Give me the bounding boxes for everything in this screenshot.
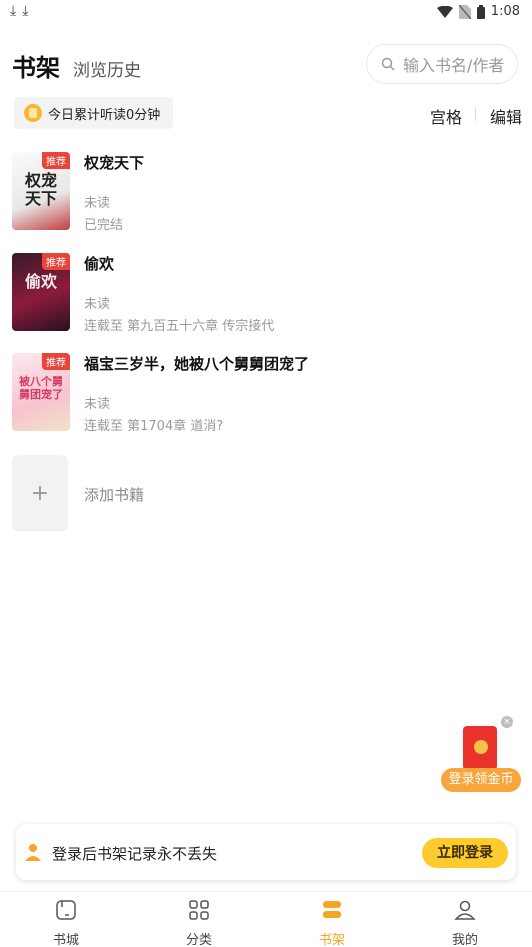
status-bar: ⤓ ⤓ 1:08 — [0, 0, 532, 26]
red-packet-label: 登录领金币 — [441, 768, 521, 792]
download-icon: ⤓ — [22, 3, 29, 19]
tab-bookstore[interactable]: 书城 — [31, 898, 101, 947]
plus-icon: + — [30, 480, 50, 506]
no-sim-icon — [458, 4, 471, 19]
book-progress: 未读 — [84, 397, 111, 412]
add-book-button[interactable]: + — [12, 455, 68, 531]
page-title: 书架 — [12, 54, 60, 82]
tab-bookshelf[interactable]: 书架 — [297, 898, 367, 947]
book-title: 偷欢 — [84, 255, 115, 273]
login-button[interactable]: 立即登录 — [422, 838, 508, 868]
cover-art-text: 被八个舅舅团宠了 — [19, 375, 63, 401]
download-icons: ⤓ ⤓ — [10, 3, 34, 19]
recommend-badge: 推荐 — [42, 253, 70, 270]
add-book-label[interactable]: 添加书籍 — [84, 484, 144, 505]
book-cover[interactable]: 偷欢 推荐 — [12, 253, 70, 331]
download-icon: ⤓ — [10, 3, 17, 19]
listen-time-pill[interactable]: 今日累计听读0分钟 — [14, 97, 173, 129]
status-right: 1:08 — [436, 4, 520, 19]
history-tab[interactable]: 浏览历史 — [73, 56, 141, 81]
recommend-badge: 推荐 — [42, 353, 70, 370]
book-cover[interactable]: 权宠天下 推荐 — [12, 152, 70, 230]
tab-label: 书架 — [318, 933, 345, 947]
cover-art-text: 权宠天下 — [24, 171, 57, 208]
battery-icon — [476, 4, 485, 19]
listen-time-text: 今日累计听读0分钟 — [48, 107, 161, 123]
book-progress: 未读 — [84, 196, 111, 211]
bookstore-icon — [56, 900, 76, 920]
book-progress: 未读 — [84, 297, 111, 312]
coin-icon — [24, 104, 42, 122]
book-status: 已完结 — [84, 218, 124, 233]
search-placeholder: 输入书名/作者 — [403, 56, 505, 75]
tab-label: 我的 — [451, 933, 478, 947]
search-icon — [381, 57, 395, 71]
tab-label: 分类 — [185, 933, 212, 947]
status-time: 1:08 — [490, 4, 520, 19]
book-item[interactable]: 被八个舅舅团宠了 推荐 福宝三岁半，她被八个舅舅团宠了 未读 连载至 第1704… — [12, 353, 522, 434]
user-icon — [25, 844, 41, 861]
bottom-tab-bar: 书城 分类 书架 我的 — [0, 891, 532, 947]
red-packet-widget[interactable]: × 登录领金币 — [441, 716, 521, 796]
book-item[interactable]: 权宠天下 推荐 权宠天下 未读 已完结 — [12, 152, 522, 233]
bookshelf-icon — [323, 901, 341, 918]
user-icon — [454, 900, 476, 920]
login-banner-text: 登录后书架记录永不丢失 — [52, 845, 218, 863]
cover-art-text: 偷欢 — [24, 272, 57, 291]
book-status: 连载至 第1704章 道消? — [84, 419, 224, 434]
book-item[interactable]: 偷欢 推荐 偷欢 未读 连载至 第九百五十六章 传宗接代 — [12, 253, 522, 334]
header: 书架 浏览历史 输入书名/作者 — [0, 44, 532, 86]
red-packet-icon — [463, 726, 497, 770]
search-box[interactable]: 输入书名/作者 — [366, 44, 518, 84]
book-cover[interactable]: 被八个舅舅团宠了 推荐 — [12, 353, 70, 431]
tab-category[interactable]: 分类 — [164, 898, 234, 947]
edit-button[interactable]: 编辑 — [490, 104, 522, 128]
tab-label: 书城 — [52, 933, 79, 947]
wifi-icon — [436, 5, 453, 18]
grid-view-button[interactable]: 宫格 — [430, 104, 462, 128]
tab-profile[interactable]: 我的 — [430, 898, 500, 947]
grid-icon — [189, 900, 209, 920]
book-status: 连载至 第九百五十六章 传宗接代 — [84, 319, 275, 334]
login-banner: 登录后书架记录永不丢失 立即登录 — [16, 824, 516, 880]
book-title: 权宠天下 — [84, 154, 145, 172]
book-title: 福宝三岁半，她被八个舅舅团宠了 — [84, 355, 310, 373]
recommend-badge: 推荐 — [42, 152, 70, 169]
toolbar-divider — [475, 107, 476, 121]
close-icon[interactable]: × — [501, 716, 513, 728]
